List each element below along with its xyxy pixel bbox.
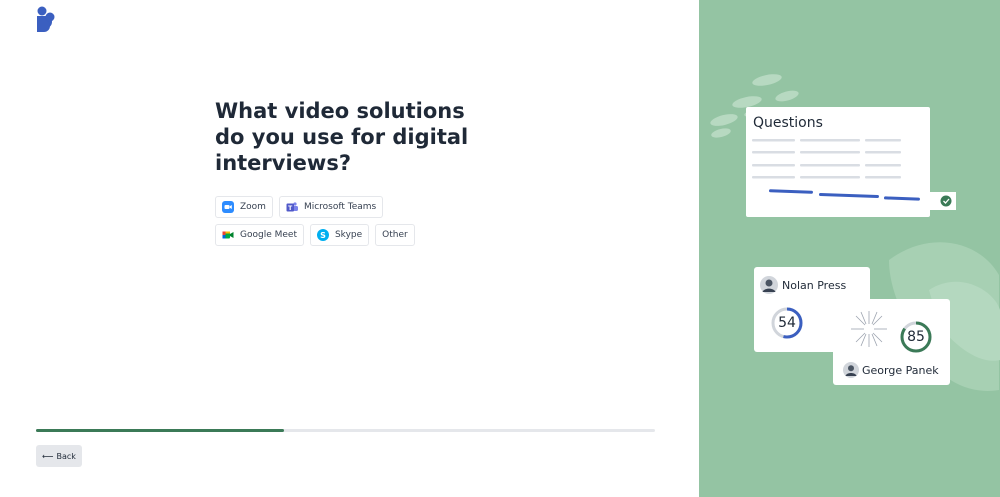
candidate-name: Nolan Press — [782, 279, 847, 292]
option-label: Zoom — [240, 202, 266, 212]
option-label: Other — [382, 230, 408, 240]
arrow-left-icon: ⟵ — [42, 451, 54, 461]
option-label: Skype — [334, 230, 363, 240]
option-skype[interactable]: S Skype — [309, 224, 370, 246]
candidate-score: 85 — [907, 329, 925, 345]
option-microsoft-teams[interactable]: T Microsoft Teams — [278, 196, 384, 218]
illustration-panel: Questions Nolan Press 54 85 George Panek — [699, 0, 1000, 497]
svg-text:S: S — [320, 231, 326, 240]
question-title: What video solutions do you use for digi… — [215, 99, 469, 175]
option-label: Microsoft Teams — [303, 202, 377, 212]
teams-icon: T — [286, 202, 298, 212]
avatar — [843, 362, 859, 378]
questions-lines — [752, 139, 901, 179]
option-zoom[interactable]: Zoom — [215, 196, 273, 218]
meet-icon — [222, 231, 234, 239]
skype-icon: S — [316, 229, 329, 241]
candidate-name: George Panek — [862, 364, 939, 377]
candidate-card-george: 85 George Panek — [833, 299, 950, 385]
answer-options: Zoom T Microsoft Teams Google Meet S Sky… — [215, 196, 475, 246]
brand-logo-icon — [37, 6, 55, 32]
candidate-score: 54 — [778, 315, 796, 331]
page-root: What video solutions do you use for digi… — [0, 0, 1000, 497]
option-label: Google Meet — [240, 230, 297, 240]
background-decoration — [710, 74, 1000, 391]
back-button[interactable]: ⟵ Back — [36, 445, 82, 467]
progress-fill — [36, 429, 284, 432]
progress-bar — [36, 429, 655, 432]
questions-card: Questions — [746, 107, 930, 217]
sparkle-icon — [851, 311, 887, 347]
option-other[interactable]: Other — [375, 224, 415, 246]
avatar — [760, 276, 778, 294]
option-google-meet[interactable]: Google Meet — [215, 224, 304, 246]
back-button-label: Back — [56, 451, 76, 461]
zoom-icon — [222, 201, 234, 213]
